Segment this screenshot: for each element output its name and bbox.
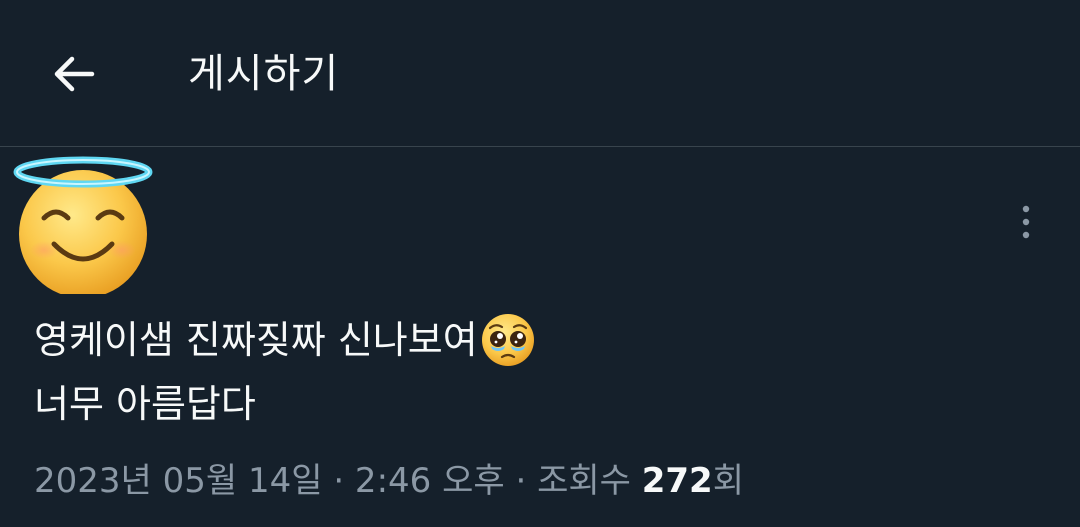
- post-text-line-2: 너무 아름답다: [34, 382, 256, 426]
- page-title: 게시하기: [188, 51, 340, 97]
- post-timestamp[interactable]: 2023년 05월 14일 · 2:46 오후 · 조회수: [34, 461, 642, 501]
- back-button[interactable]: [44, 44, 104, 104]
- pleading-face-emoji: [481, 314, 534, 366]
- post-text: 영케이샘 진짜짖짜 신나보여 너무 아름답다: [34, 308, 536, 436]
- avatar[interactable]: [12, 152, 154, 298]
- arrow-left-icon: [54, 56, 95, 92]
- view-count-unit: 회: [712, 461, 744, 501]
- vertical-ellipsis-icon: [1022, 205, 1030, 239]
- post-text-line-1: 영케이샘 진짜짖짜 신나보여: [34, 318, 478, 362]
- view-count[interactable]: 272: [642, 461, 713, 501]
- smiling-face-with-halo-emoji: [13, 156, 153, 298]
- post-text-line: 너무 아름답다: [34, 372, 536, 436]
- top-bar: 게시하기: [0, 0, 1080, 147]
- more-options-button[interactable]: [1006, 200, 1046, 244]
- post-text-line: 영케이샘 진짜짖짜 신나보여: [34, 308, 536, 372]
- post-metadata: 2023년 05월 14일 · 2:46 오후 · 조회수 272회: [34, 456, 744, 506]
